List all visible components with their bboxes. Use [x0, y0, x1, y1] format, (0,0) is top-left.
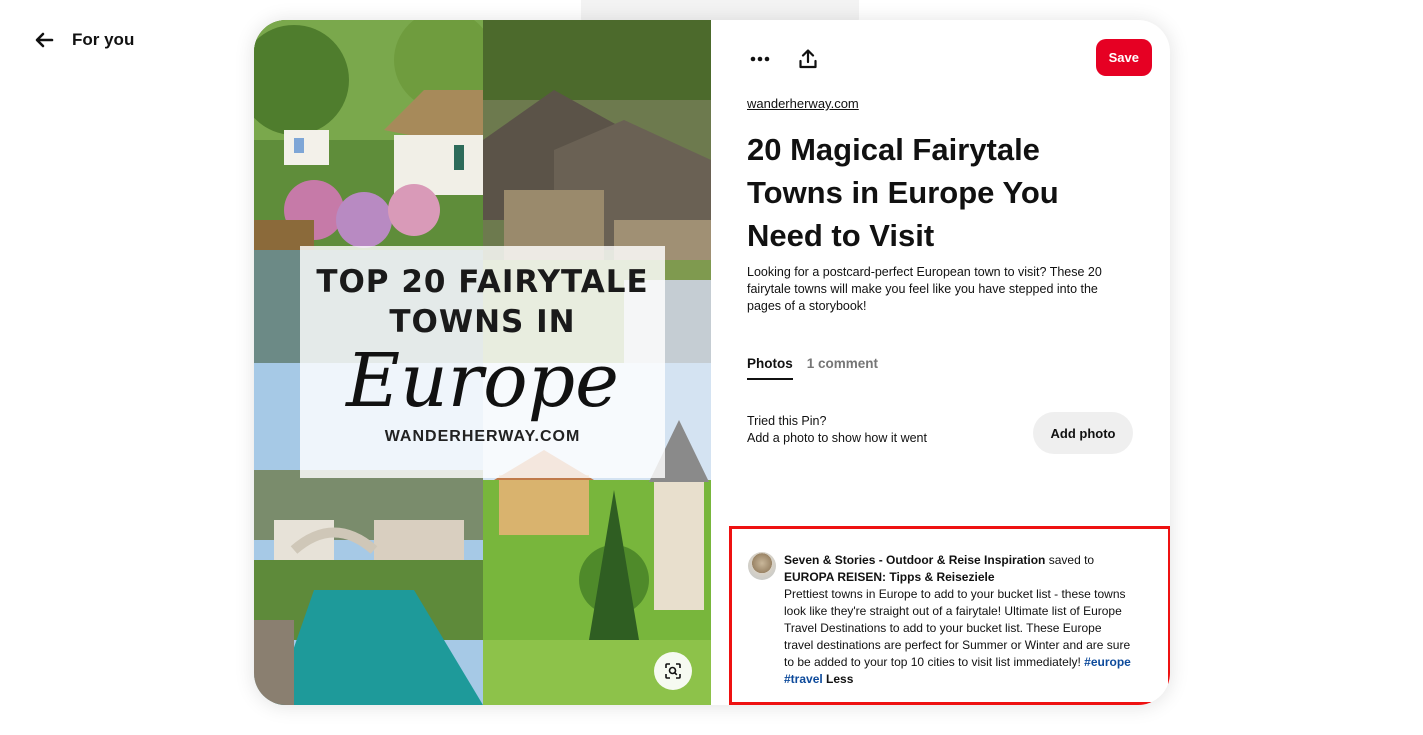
pin-toolbar	[747, 46, 821, 72]
tried-prompt: Tried this Pin? Add a photo to show how …	[747, 413, 927, 447]
share-icon	[799, 49, 817, 69]
tab-photos[interactable]: Photos	[747, 356, 793, 380]
back-button[interactable]: For you	[34, 30, 134, 50]
pin-description: Looking for a postcard-perfect European …	[747, 265, 1102, 313]
share-button[interactable]	[795, 46, 821, 72]
source-link[interactable]: wanderherway.com	[747, 96, 859, 111]
ellipsis-icon	[750, 56, 770, 62]
overlay-script: Europe	[346, 338, 619, 424]
arrow-left-icon	[35, 32, 54, 48]
overlay-site: WANDERHERWAY.COM	[384, 428, 581, 445]
pin-tabs: Photos 1 comment	[747, 356, 878, 380]
pin-card: TOP 20 FAIRYTALE TOWNS IN Europe WANDERH…	[254, 20, 1170, 705]
overlay-line2: TOWNS IN	[389, 304, 576, 340]
pin-image[interactable]: TOP 20 FAIRYTALE TOWNS IN Europe WANDERH…	[254, 20, 711, 705]
saved-description: Prettiest towns in Europe to add to your…	[784, 587, 1131, 669]
overlay-line1: TOP 20 FAIRYTALE	[316, 264, 649, 300]
saved-to-label: saved to	[1048, 553, 1095, 567]
save-button[interactable]: Save	[1095, 39, 1152, 76]
more-options-button[interactable]	[747, 46, 773, 72]
saver-name[interactable]: Seven & Stories - Outdoor & Reise Inspir…	[784, 553, 1045, 567]
hashtag-travel[interactable]: #travel	[784, 672, 823, 686]
hashtag-europe[interactable]: #europe	[1084, 655, 1131, 669]
saved-description-highlight: Seven & Stories - Outdoor & Reise Inspir…	[729, 526, 1170, 705]
less-button[interactable]: Less	[826, 672, 853, 686]
pin-image-overlay: TOP 20 FAIRYTALE TOWNS IN Europe WANDERH…	[300, 246, 665, 478]
saved-by-entry: Seven & Stories - Outdoor & Reise Inspir…	[748, 552, 1158, 688]
avatar[interactable]	[748, 552, 776, 580]
back-label: For you	[72, 30, 135, 49]
visual-search-icon	[665, 663, 681, 679]
add-photo-button[interactable]: Add photo	[1033, 412, 1133, 454]
pin-title: 20 Magical Fairytale Towns in Europe You…	[747, 132, 1059, 253]
visual-search-button[interactable]	[654, 652, 692, 690]
tried-line2: Add a photo to show how it went	[747, 431, 927, 445]
tab-comments[interactable]: 1 comment	[807, 356, 878, 380]
tried-line1: Tried this Pin?	[747, 414, 827, 428]
saved-by-text: Seven & Stories - Outdoor & Reise Inspir…	[784, 552, 1134, 688]
board-name[interactable]: EUROPA REISEN: Tipps & Reiseziele	[784, 570, 995, 584]
